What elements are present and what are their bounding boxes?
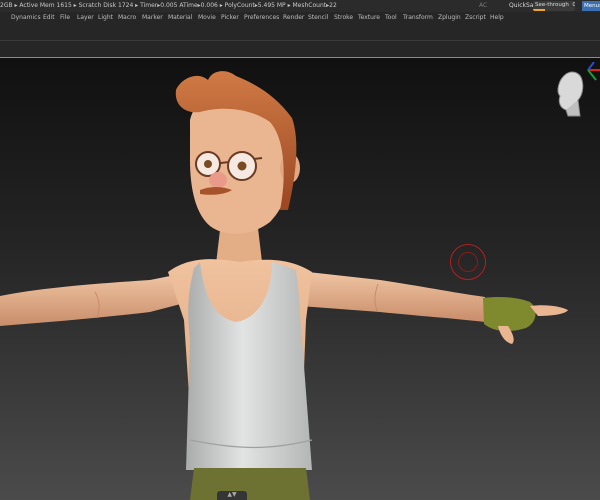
menu-file[interactable]: File [60, 12, 70, 24]
gloved-hand [483, 297, 568, 344]
menu-zplugin[interactable]: Zplugin [438, 12, 461, 24]
menu-help[interactable]: Help [490, 12, 504, 24]
menus-toggle-button[interactable]: Menus [582, 1, 600, 11]
top-shelf [0, 24, 600, 57]
character-model[interactable] [0, 57, 600, 500]
collapse-arrows-icon: ▲▼ [227, 491, 237, 498]
menu-preferences[interactable]: Preferences [244, 12, 279, 24]
head-gizmo-icon[interactable] [548, 62, 600, 120]
menu-picker[interactable]: Picker [221, 12, 239, 24]
menu-stroke[interactable]: Stroke [334, 12, 353, 24]
see-through-label-text: See-through [535, 2, 569, 8]
character-head [175, 71, 300, 234]
menu-stencil[interactable]: Stencil [308, 12, 328, 24]
see-through-value: 0 [572, 2, 575, 8]
menu-macro[interactable]: Macro [118, 12, 136, 24]
canvas-viewport[interactable]: ▲▼ [0, 57, 600, 500]
menu-tool[interactable]: Tool [385, 12, 397, 24]
menu-texture[interactable]: Texture [358, 12, 380, 24]
menu-material[interactable]: Material [168, 12, 192, 24]
menu-marker[interactable]: Marker [142, 12, 163, 24]
status-bar: 2GB ▸ Active Mem 1615 ▸ Scratch Disk 172… [0, 0, 600, 12]
menu-movie[interactable]: Movie [198, 12, 216, 24]
menu-transform[interactable]: Transform [403, 12, 433, 24]
menu-edit[interactable]: Edit [43, 12, 55, 24]
focal-shift-ring [458, 252, 478, 272]
memory-status-text: 2GB ▸ Active Mem 1615 ▸ Scratch Disk 172… [0, 2, 337, 9]
main-menu-bar: Dynamics Edit File Layer Light Macro Mar… [0, 12, 600, 24]
pants [190, 468, 310, 500]
ac-button[interactable]: AC [479, 0, 487, 12]
left-arm [0, 272, 196, 326]
right-arm [290, 270, 485, 322]
shelf-divider [0, 40, 600, 41]
menu-layer[interactable]: Layer [77, 12, 94, 24]
menu-zscript[interactable]: Zscript [465, 12, 486, 24]
see-through-label: See-through 0 [535, 1, 575, 10]
draw-size-circle-icon [450, 244, 486, 280]
bottom-shelf-toggle[interactable]: ▲▼ [217, 491, 247, 500]
see-through-slider[interactable]: See-through 0 [533, 1, 575, 11]
menu-light[interactable]: Light [98, 12, 113, 24]
menu-render[interactable]: Render [283, 12, 304, 24]
menu-dynamics[interactable]: Dynamics [11, 12, 41, 24]
